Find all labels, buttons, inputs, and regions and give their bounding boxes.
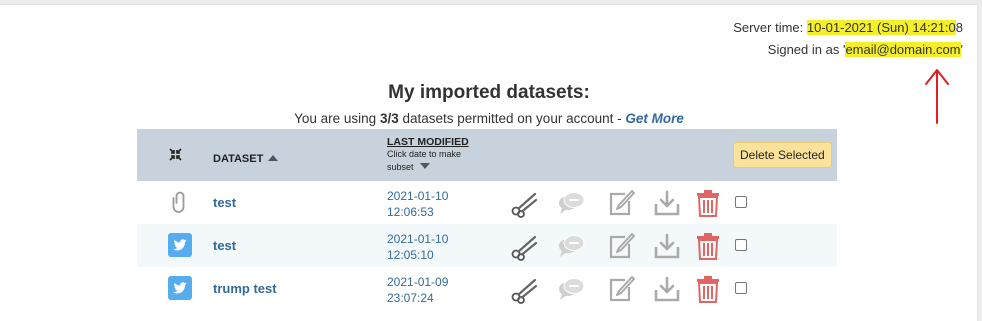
usage-count: 3/3	[379, 111, 399, 126]
modified-date: 2021-01-10	[387, 232, 449, 246]
twitter-icon	[168, 276, 192, 300]
twitter-icon	[168, 233, 192, 257]
edit-icon[interactable]	[605, 188, 635, 223]
dataset-name-link[interactable]: test	[213, 195, 236, 210]
table-row: test 2021-01-10 12:06:53	[137, 181, 837, 224]
dataset-name-link[interactable]: trump test	[213, 281, 277, 296]
comments-icon[interactable]	[557, 274, 589, 309]
get-more-link[interactable]: Get More	[625, 111, 684, 126]
signed-in-as: Signed in as 'email@domain.com'	[767, 42, 963, 57]
comments-icon[interactable]	[557, 231, 589, 266]
download-icon[interactable]	[652, 231, 682, 266]
datasets-table: DATASET LAST MODIFIED Click date to make…	[137, 129, 837, 310]
subset-scissors-icon[interactable]	[509, 231, 539, 266]
edit-icon[interactable]	[605, 231, 635, 266]
trash-icon[interactable]	[696, 274, 720, 309]
server-info: Server time: 10-01-2021 (Sun) 14:21:08 S…	[733, 17, 963, 61]
table-row: test 2021-01-10 12:05:10	[137, 224, 837, 267]
modified-date: 2021-01-09	[387, 275, 449, 289]
row-select-checkbox[interactable]	[735, 239, 747, 251]
delete-selected-button[interactable]: Delete Selected	[733, 142, 832, 168]
trash-icon[interactable]	[696, 231, 720, 266]
server-time: Server time: 10-01-2021 (Sun) 14:21:08	[733, 20, 963, 35]
sort-asc-icon	[268, 155, 279, 161]
subset-scissors-icon[interactable]	[509, 274, 539, 309]
last-modified-link[interactable]: 2021-01-10 12:06:53	[387, 188, 448, 220]
row-select-checkbox[interactable]	[735, 282, 747, 294]
collapse-icon[interactable]	[169, 148, 182, 161]
last-modified-link[interactable]: 2021-01-10 12:05:10	[387, 231, 448, 263]
page-title: My imported datasets:	[388, 82, 590, 103]
comments-icon[interactable]	[557, 188, 589, 223]
download-icon[interactable]	[652, 274, 682, 309]
modified-time: 23:07:24	[387, 291, 434, 305]
user-email: email@domain.com	[845, 42, 961, 57]
table-row: trump test 2021-01-09 23:07:24	[137, 267, 837, 310]
last-modified-column-header[interactable]: LAST MODIFIED Click date to make subset	[387, 136, 479, 174]
edit-icon[interactable]	[605, 274, 635, 309]
paperclip-icon	[168, 190, 192, 214]
row-select-checkbox[interactable]	[735, 196, 747, 208]
last-modified-link[interactable]: 2021-01-09 23:07:24	[387, 274, 448, 306]
subset-scissors-icon[interactable]	[509, 188, 539, 223]
modified-date: 2021-01-10	[387, 189, 449, 203]
server-time-value: 10-01-2021 (Sun) 14:21:0	[806, 20, 956, 35]
download-icon[interactable]	[652, 188, 682, 223]
table-header: DATASET LAST MODIFIED Click date to make…	[137, 129, 837, 181]
usage-info: You are using 3/3 datasets permitted on …	[294, 111, 684, 126]
modified-time: 12:05:10	[387, 248, 434, 262]
content-panel: Server time: 10-01-2021 (Sun) 14:21:08 S…	[0, 4, 978, 321]
dataset-column-header[interactable]: DATASET	[213, 153, 279, 165]
trash-icon[interactable]	[696, 188, 720, 223]
dataset-name-link[interactable]: test	[213, 238, 236, 253]
table-body: test 2021-01-10 12:06:53 test 2021-01-10 12:0…	[137, 181, 837, 310]
modified-time: 12:06:53	[387, 205, 434, 219]
last-modified-hint: Click date to make subset	[387, 149, 462, 172]
sort-desc-icon	[419, 163, 430, 169]
